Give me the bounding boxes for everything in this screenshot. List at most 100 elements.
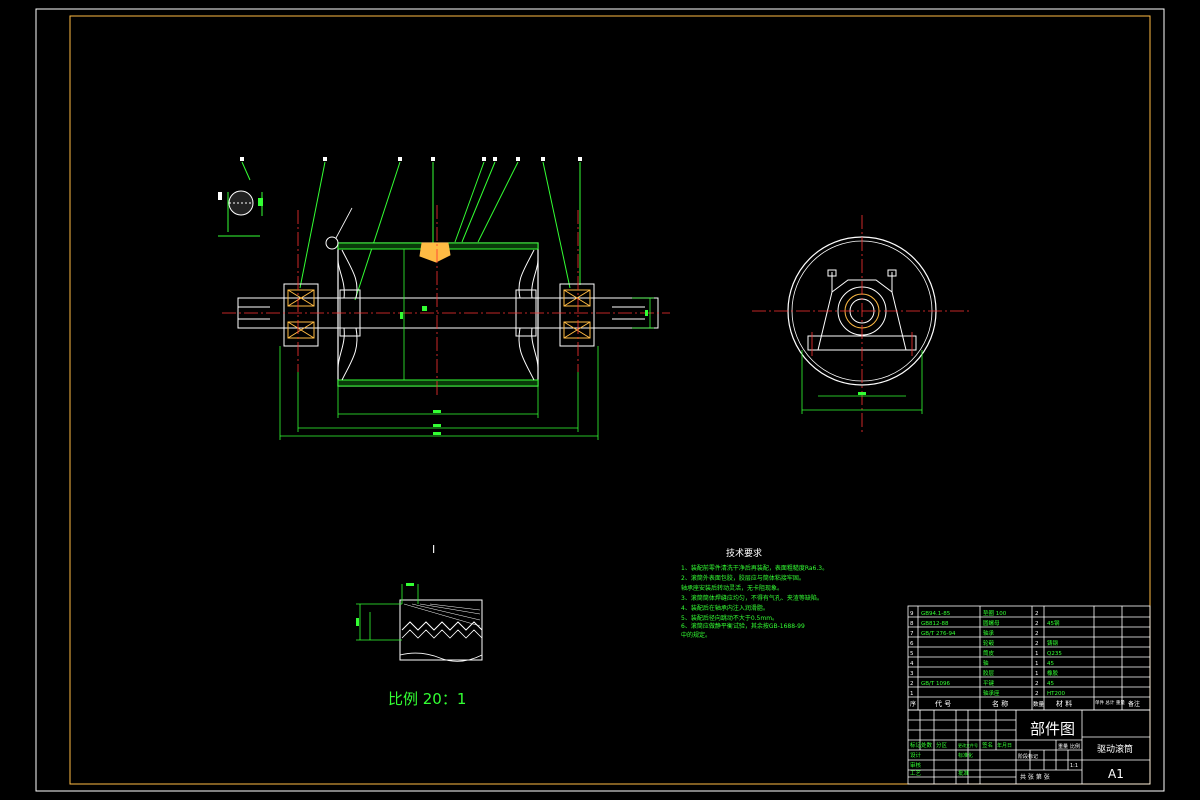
tech-note-2: 2、滚筒外表面包胶，胶层应与筒体粘接牢固。 [681, 574, 805, 582]
tech-note-3: 轴承座安装后转动灵活，无卡阻现象。 [681, 584, 783, 592]
svg-text:年月日: 年月日 [997, 742, 1012, 749]
bom-rows: 9 GB94.1-85 垫圈 100 2 8 GB812-88 圆螺母 2 45… [910, 609, 1140, 708]
svg-text:数量: 数量 [1033, 700, 1045, 708]
svg-text:9: 9 [910, 611, 914, 617]
svg-text:1: 1 [1035, 671, 1039, 677]
svg-text:5: 5 [910, 651, 914, 657]
svg-text:单件 总计 重量: 单件 总计 重量 [1095, 699, 1125, 706]
bom-row: 6 轮毂 2 铸钢 [910, 639, 1059, 647]
svg-text:45: 45 [1047, 681, 1054, 687]
svg-text:2: 2 [1035, 621, 1039, 627]
svg-text:材 料: 材 料 [1056, 699, 1072, 708]
svg-text:垫圈 100: 垫圈 100 [983, 609, 1007, 617]
detail-i-view: I 比例 20：1 [356, 543, 483, 708]
bom-row: 4 轴 1 45 [910, 659, 1054, 667]
bom-row: 9 GB94.1-85 垫圈 100 2 [910, 609, 1039, 617]
scale-note: 比例 20：1 [388, 690, 466, 708]
svg-text:1: 1 [1035, 651, 1039, 657]
title-block-text: 部件图 驱动滚筒 A1 1:1 阶段标记 重量 比例 共 张 第 张 标记 处数… [910, 720, 1133, 781]
svg-text:备注: 备注 [1128, 700, 1140, 708]
detail-label: I [432, 543, 435, 556]
svg-text:GB94.1-85: GB94.1-85 [921, 611, 951, 617]
dimension-lines [279, 249, 654, 440]
svg-text:1: 1 [910, 691, 914, 697]
svg-text:轮毂: 轮毂 [983, 639, 995, 647]
svg-text:铸钢: 铸钢 [1047, 639, 1059, 647]
center-lines [222, 205, 670, 395]
svg-text:轴: 轴 [983, 659, 989, 667]
svg-text:3: 3 [910, 671, 914, 677]
svg-text:GB/T 276-94: GB/T 276-94 [921, 631, 956, 637]
svg-text:7: 7 [910, 631, 914, 637]
key-section-detail [218, 190, 263, 237]
drum-hubs [337, 249, 539, 381]
svg-text:阶段标记: 阶段标记 [1018, 753, 1038, 760]
technical-requirements: 技术要求 1、装配前零件清洗干净后再装配，表面粗糙度Ra6.3。 2、滚筒外表面… [681, 547, 828, 639]
svg-text:2: 2 [910, 681, 914, 687]
svg-text:圆螺母: 圆螺母 [983, 619, 1000, 627]
svg-text:2: 2 [1035, 691, 1039, 697]
rubber-lagging-bottom [337, 379, 539, 387]
svg-text:Q235: Q235 [1047, 651, 1062, 657]
svg-text:比例: 比例 [1070, 743, 1080, 750]
svg-text:代 号: 代 号 [935, 699, 951, 708]
svg-text:2: 2 [1035, 681, 1039, 687]
svg-text:橡胶: 橡胶 [1047, 669, 1059, 677]
bom-row: 7 GB/T 276-94 轴承 2 [910, 629, 1039, 637]
svg-text:2: 2 [1035, 611, 1039, 617]
svg-text:胶层: 胶层 [983, 669, 995, 677]
bearing-housings [283, 283, 595, 347]
scale-value: 1:1 [1070, 763, 1078, 769]
svg-text:HT200: HT200 [1047, 691, 1065, 697]
tech-note-5: 4、装配后在轴承内注入润滑脂。 [681, 604, 769, 612]
drum-shell [337, 242, 539, 387]
svg-text:8: 8 [910, 621, 914, 627]
svg-text:共 张 第 张: 共 张 第 张 [1020, 773, 1050, 781]
weld-detail-section [419, 242, 451, 263]
outer-frame [35, 8, 1165, 792]
svg-text:45: 45 [1047, 661, 1054, 667]
svg-text:平键: 平键 [983, 679, 995, 687]
svg-text:4: 4 [910, 661, 914, 667]
drum-front-view [218, 157, 670, 440]
svg-text:批准: 批准 [958, 769, 970, 777]
svg-text:设计: 设计 [910, 751, 922, 759]
svg-text:处数: 处数 [921, 741, 933, 749]
svg-text:分区: 分区 [936, 741, 948, 749]
drawing-type: 部件图 [1030, 720, 1075, 738]
svg-text:更改文件号: 更改文件号 [958, 742, 978, 748]
drum-side-view [752, 215, 972, 435]
bom-header: 序 代 号 名 称 数量 材 料 单件 总计 重量 备注 [910, 699, 1140, 708]
tech-note-8: 中的规定。 [681, 631, 711, 639]
tech-note-4: 3、滚筒筒体焊缝应均匀，不得有气孔、夹渣等缺陷。 [681, 594, 823, 602]
svg-text:2: 2 [1035, 631, 1039, 637]
svg-text:轴承: 轴承 [983, 629, 995, 637]
svg-text:序: 序 [910, 700, 916, 708]
bom-row: 3 胶层 1 橡胶 [910, 669, 1059, 677]
part-number-markers [240, 157, 582, 161]
tech-note-6: 5、装配后径向跳动不大于0.5mm。 [681, 614, 778, 622]
svg-text:审核: 审核 [910, 761, 922, 769]
svg-text:GB812-88: GB812-88 [921, 621, 949, 627]
tech-title: 技术要求 [726, 547, 762, 559]
leader-lines [241, 161, 581, 301]
svg-text:工艺: 工艺 [910, 770, 922, 777]
svg-text:2: 2 [1035, 641, 1039, 647]
svg-text:重量: 重量 [1058, 743, 1068, 750]
svg-text:轴承座: 轴承座 [983, 689, 1000, 697]
bom-row: 2 GB/T 1096 平键 2 45 [910, 679, 1054, 687]
sheet-size: A1 [1108, 767, 1124, 781]
svg-text:签名: 签名 [982, 741, 993, 749]
svg-text:标准化: 标准化 [958, 752, 973, 759]
svg-text:筒皮: 筒皮 [983, 649, 995, 657]
svg-text:标记: 标记 [910, 741, 922, 749]
svg-text:名 称: 名 称 [992, 699, 1008, 708]
tech-note-7: 6、滚筒应做静平衡试验，其余按GB-1688-99 [681, 622, 805, 630]
part-name: 驱动滚筒 [1097, 743, 1133, 755]
side-center-lines [752, 215, 972, 435]
bom-row: 1 轴承座 2 HT200 [910, 689, 1065, 697]
svg-text:1: 1 [1035, 661, 1039, 667]
cad-drawing-canvas: I 比例 20：1 技术要求 1、装配前零件清洗干净后再装配，表面粗糙度Ra6.… [35, 8, 1165, 792]
bom-row: 5 筒皮 1 Q235 [910, 649, 1062, 657]
svg-text:45钢: 45钢 [1047, 619, 1060, 627]
